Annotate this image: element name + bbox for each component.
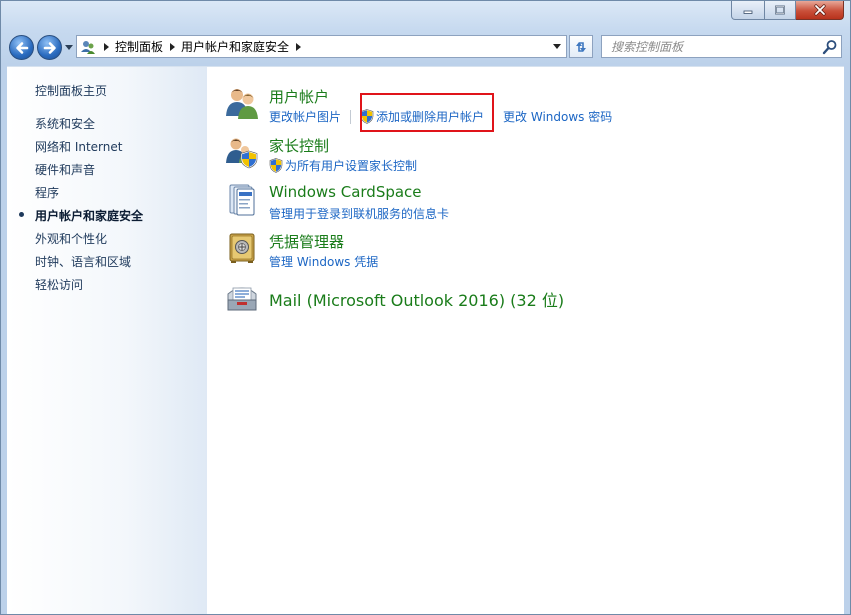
breadcrumb-user-accounts[interactable]: 用户帐户和家庭安全 [179,38,291,55]
highlight-box [360,93,494,132]
category-title-parental-controls[interactable]: 家长控制 [269,135,329,156]
category-title-credential-manager[interactable]: 凭据管理器 [269,231,344,252]
address-bar[interactable]: 控制面板 用户帐户和家庭安全 [76,35,567,58]
manage-credentials-link[interactable]: 管理 Windows 凭据 [269,253,378,270]
category-title-user-accounts[interactable]: 用户帐户 [269,86,329,107]
sidebar-item-hardware-sound[interactable]: 硬件和声音 [35,161,95,178]
change-picture-link[interactable]: 更改帐户图片 [269,108,341,125]
sidebar: 控制面板主页 系统和安全 网络和 Internet 硬件和声音 程序 用户帐户和… [7,67,207,614]
arrow-left-icon [15,41,28,54]
forward-button[interactable] [37,35,62,60]
back-button[interactable] [9,35,34,60]
link-label: 管理用于登录到联机服务的信息卡 [269,207,450,221]
link-separator [350,109,352,124]
search-icon [822,40,837,55]
category-user-accounts: 用户帐户 更改帐户图片 添加或删除用户帐户 更改 Windows 密码 [225,86,825,130]
search-input[interactable] [602,36,820,57]
task-links: 管理 Windows 凭据 [269,253,378,270]
recent-pages-button[interactable] [64,43,74,53]
breadcrumb-separator[interactable] [99,42,113,51]
close-icon [813,4,826,16]
address-history-button[interactable] [548,36,566,57]
chevron-down-icon [553,44,561,49]
sidebar-home-link[interactable]: 控制面板主页 [35,82,107,99]
control-panel-window: 控制面板 用户帐户和家庭安全 搜索控制面板 控制面板主页 系统和安全 网络和 I… [0,0,851,615]
chevron-right-icon [295,42,301,51]
maximize-icon [775,5,785,15]
chevron-right-icon [103,42,109,51]
sidebar-item-network[interactable]: 网络和 Internet [35,138,122,155]
breadcrumb-label: 控制面板 [115,40,164,54]
cardspace-icon[interactable] [225,183,259,217]
link-label: 为所有用户设置家长控制 [285,159,418,173]
sidebar-item-appearance[interactable]: 外观和个性化 [35,230,107,247]
setup-parental-controls-link[interactable]: 为所有用户设置家长控制 [269,157,417,174]
breadcrumb-label: 用户帐户和家庭安全 [181,40,290,54]
link-label: 管理 Windows 凭据 [269,255,379,269]
chevron-down-icon [65,45,73,50]
breadcrumb-separator[interactable] [291,42,305,51]
user-accounts-icon[interactable] [225,86,259,120]
category-title-cardspace[interactable]: Windows CardSpace [269,183,422,201]
refresh-button[interactable] [569,35,593,58]
breadcrumb-control-panel[interactable]: 控制面板 [113,38,165,55]
change-password-link[interactable]: 更改 Windows 密码 [503,108,612,125]
link-label: 更改帐户图片 [269,110,342,124]
sidebar-item-ease-of-access[interactable]: 轻松访问 [35,276,83,293]
content-area: 控制面板主页 系统和安全 网络和 Internet 硬件和声音 程序 用户帐户和… [7,66,844,614]
active-bullet [19,212,24,217]
maximize-button[interactable] [765,1,796,20]
caption-buttons [731,1,844,20]
parental-controls-icon[interactable] [225,135,259,169]
control-panel-icon [77,36,99,57]
chevron-right-icon [169,42,175,51]
minimize-icon [743,10,753,14]
category-title-mail[interactable]: Mail (Microsoft Outlook 2016) (32 位) [269,287,564,311]
category-cardspace: Windows CardSpace 管理用于登录到联机服务的信息卡 [225,183,825,223]
category-mail: Mail (Microsoft Outlook 2016) (32 位) [225,280,825,316]
category-credential-manager: 凭据管理器 管理 Windows 凭据 [225,231,825,271]
sidebar-item-clock-language[interactable]: 时钟、语言和区域 [35,253,131,270]
search-button[interactable] [822,39,838,55]
credential-manager-icon[interactable] [225,231,259,265]
task-links: 为所有用户设置家长控制 [269,157,417,174]
sidebar-item-system-security[interactable]: 系统和安全 [35,115,95,132]
mail-icon[interactable] [225,280,259,314]
manage-info-cards-link[interactable]: 管理用于登录到联机服务的信息卡 [269,205,449,222]
breadcrumb-separator[interactable] [165,42,179,51]
arrow-right-icon [43,41,56,54]
sidebar-item-user-accounts[interactable]: 用户帐户和家庭安全 [35,207,143,224]
close-button[interactable] [796,1,844,20]
main-panel: 用户帐户 更改帐户图片 添加或删除用户帐户 更改 Windows 密码 家长控制… [207,67,844,614]
uac-shield-icon [269,158,283,173]
sidebar-item-programs[interactable]: 程序 [35,184,59,201]
search-box [601,35,842,58]
task-links: 管理用于登录到联机服务的信息卡 [269,205,449,222]
link-label: 更改 Windows 密码 [503,110,613,124]
refresh-icon [576,41,586,52]
navigation-bar: 控制面板 用户帐户和家庭安全 [1,31,850,63]
minimize-button[interactable] [731,1,765,20]
category-parental-controls: 家长控制 为所有用户设置家长控制 [225,135,825,175]
